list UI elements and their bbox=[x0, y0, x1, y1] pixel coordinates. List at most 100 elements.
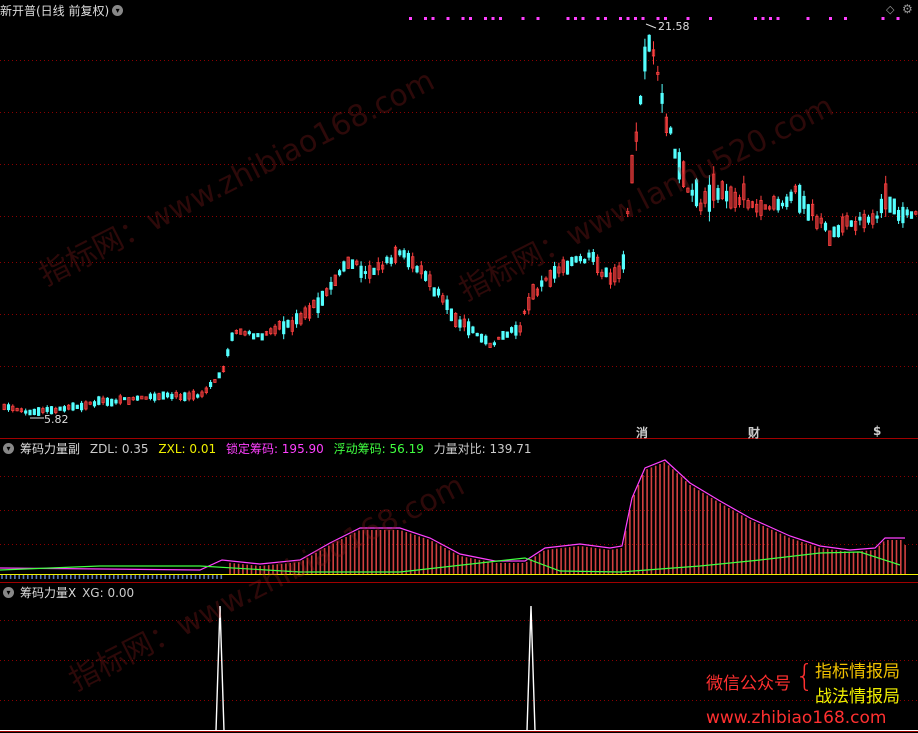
candle-body bbox=[337, 270, 342, 276]
event-marker-finance[interactable]: 财 bbox=[748, 424, 760, 441]
candle-body bbox=[479, 333, 484, 343]
candle-body bbox=[647, 34, 651, 52]
candle-body bbox=[230, 332, 234, 341]
candle-body bbox=[32, 408, 36, 415]
candle-body bbox=[553, 265, 557, 279]
indicator1-field-locked: 锁定筹码: 195.90 bbox=[225, 442, 324, 456]
high-price-arrow bbox=[645, 23, 657, 29]
signal-dot bbox=[446, 17, 450, 20]
main-panel-header: 新开普(日线 前复权) ▾ bbox=[0, 2, 129, 20]
candle-body bbox=[342, 261, 346, 272]
candle-body bbox=[183, 392, 187, 402]
candle-body bbox=[892, 198, 896, 215]
candle-body bbox=[570, 257, 574, 266]
candle-body bbox=[402, 250, 406, 258]
brace-icon: { bbox=[795, 659, 815, 694]
chevron-down-icon[interactable]: ▾ bbox=[3, 443, 14, 454]
account-name-2: 战法情报局 bbox=[815, 687, 900, 707]
candle-body bbox=[398, 250, 402, 256]
candle-body bbox=[509, 327, 514, 333]
xg-signal-spike bbox=[526, 605, 536, 732]
gear-icon[interactable]: ⚙ bbox=[902, 2, 913, 16]
candle-body bbox=[389, 257, 393, 264]
candle-body bbox=[604, 267, 608, 278]
candle-body bbox=[673, 148, 677, 159]
candle-body bbox=[475, 332, 479, 337]
signal-dot bbox=[424, 17, 427, 20]
candle-body bbox=[110, 398, 114, 407]
diamond-icon[interactable]: ◇ bbox=[886, 3, 894, 16]
main-panel-title: 新开普(日线 前复权) bbox=[0, 4, 110, 18]
candle-body bbox=[677, 152, 681, 180]
candle-body bbox=[71, 402, 75, 411]
signal-dot bbox=[769, 17, 772, 20]
candle-body bbox=[208, 381, 213, 387]
indicator1-field-zxl: ZXL: 0.01 bbox=[158, 442, 217, 456]
candle-body bbox=[406, 252, 411, 268]
candle-body bbox=[28, 409, 32, 416]
signal-dot bbox=[499, 17, 502, 20]
event-marker-news[interactable]: 消 bbox=[636, 424, 648, 441]
candle-body bbox=[320, 290, 325, 306]
candle-body bbox=[260, 333, 264, 341]
signal-dot bbox=[596, 17, 600, 20]
candle-body bbox=[897, 209, 901, 221]
signal-dot bbox=[604, 17, 607, 20]
wechat-label: 微信公众号 bbox=[706, 674, 791, 694]
candle-body bbox=[423, 271, 428, 281]
candle-body bbox=[445, 299, 449, 310]
candle-body bbox=[80, 402, 84, 411]
candle-body bbox=[6, 404, 11, 411]
candle-body bbox=[251, 333, 256, 340]
indicator2-name: 筹码力量X bbox=[20, 586, 77, 600]
candle-body bbox=[114, 399, 118, 404]
candle-body bbox=[148, 393, 152, 399]
chevron-down-icon[interactable]: ▾ bbox=[3, 587, 14, 598]
candle-body bbox=[161, 391, 165, 400]
indicator1-field-floating: 浮动筹码: 56.19 bbox=[333, 442, 424, 456]
signal-dot bbox=[581, 17, 585, 20]
candle-body bbox=[806, 204, 810, 221]
candle-body bbox=[196, 394, 200, 398]
indicator1-header: ▾ 筹码力量副 ZDL: 0.35 ZXL: 0.01 锁定筹码: 195.90 … bbox=[0, 440, 538, 458]
candle-body bbox=[707, 184, 712, 212]
account-name-1: 指标情报局 bbox=[815, 662, 900, 682]
candle-body bbox=[591, 252, 595, 262]
candle-body bbox=[415, 266, 419, 273]
candle-body bbox=[565, 260, 570, 275]
candle-body bbox=[776, 198, 780, 211]
candle-body bbox=[639, 95, 643, 105]
chevron-down-icon[interactable]: ▾ bbox=[112, 5, 124, 16]
candle-body bbox=[170, 393, 174, 400]
signal-dot bbox=[709, 17, 712, 20]
candle-body bbox=[905, 209, 909, 216]
indicator1-field-ratio: 力量对比: 139.71 bbox=[433, 442, 532, 456]
candle-body bbox=[256, 333, 260, 338]
candle-body bbox=[247, 331, 251, 335]
candle-body bbox=[849, 220, 853, 227]
signal-dot bbox=[521, 17, 525, 20]
candle-body bbox=[217, 372, 221, 379]
candle-body bbox=[37, 407, 41, 416]
candle-body bbox=[875, 215, 879, 219]
signal-dot bbox=[409, 17, 412, 20]
candle-body bbox=[294, 313, 299, 325]
candle-body bbox=[359, 265, 363, 278]
candle-body bbox=[466, 321, 471, 336]
candle-body bbox=[350, 259, 355, 269]
candle-body bbox=[92, 401, 97, 407]
event-marker-dividend[interactable]: $ bbox=[873, 424, 881, 438]
candle-body bbox=[621, 254, 626, 270]
signal-dot bbox=[634, 17, 637, 20]
candle-body bbox=[858, 216, 862, 221]
candle-body bbox=[286, 319, 290, 328]
candle-body bbox=[436, 288, 441, 296]
candle-body bbox=[802, 195, 806, 209]
candle-body bbox=[75, 404, 79, 409]
candle-body bbox=[514, 324, 518, 336]
chart-canvas[interactable] bbox=[0, 0, 918, 733]
signal-dot bbox=[431, 17, 435, 20]
candle-body bbox=[785, 196, 789, 207]
candle-body bbox=[372, 267, 376, 275]
candle-body bbox=[363, 271, 368, 274]
